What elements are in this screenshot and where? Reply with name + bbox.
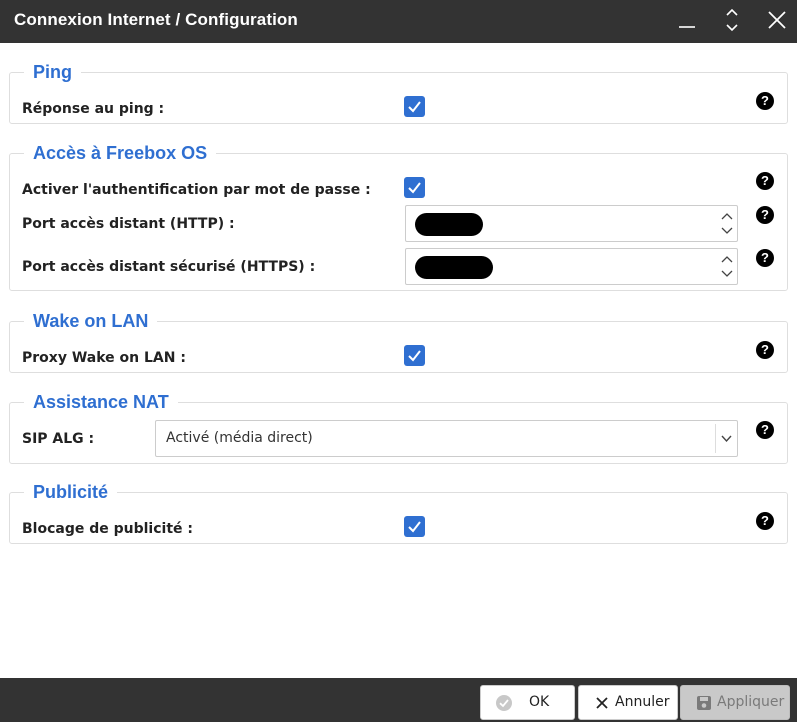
- check-circle-icon: [495, 694, 513, 712]
- help-icon[interactable]: ?: [756, 341, 774, 359]
- close-icon: [593, 694, 611, 712]
- help-icon[interactable]: ?: [756, 206, 774, 224]
- fieldset-wake-on-lan: Wake on LAN Proxy Wake on LAN : ?: [9, 310, 788, 373]
- label-proxy-wol: Proxy Wake on LAN :: [22, 350, 186, 366]
- dialog-content: Ping Réponse au ping : ? Accès à Freebox…: [0, 43, 797, 678]
- help-icon[interactable]: ?: [756, 172, 774, 190]
- expand-collapse-icon[interactable]: [717, 6, 747, 36]
- cancel-label: Annuler: [615, 694, 670, 710]
- legend-ads: Publicité: [24, 481, 118, 503]
- label-https-port: Port accès distant sécurisé (HTTPS) :: [22, 259, 316, 275]
- window-title: Connexion Internet / Configuration: [14, 10, 298, 29]
- ok-button[interactable]: OK: [480, 685, 575, 720]
- minimize-icon[interactable]: [672, 6, 702, 36]
- fieldset-freebox-os: Accès à Freebox OS Activer l'authentific…: [9, 142, 788, 291]
- checkbox-proxy-wol[interactable]: [404, 345, 425, 366]
- spinner-arrows-icon[interactable]: [717, 249, 737, 284]
- close-icon[interactable]: [762, 6, 792, 36]
- help-icon[interactable]: ?: [756, 249, 774, 267]
- legend-ping: Ping: [24, 61, 81, 83]
- label-sip-alg: SIP ALG :: [22, 431, 95, 447]
- label-auth: Activer l'authentification par mot de pa…: [22, 182, 371, 198]
- checkbox-auth[interactable]: [404, 177, 425, 198]
- fieldset-ads: Publicité Blocage de publicité : ?: [9, 481, 788, 544]
- legend-wake-on-lan: Wake on LAN: [24, 310, 158, 332]
- https-port-input[interactable]: [405, 248, 738, 285]
- sip-alg-select[interactable]: Activé (média direct): [155, 420, 738, 457]
- label-http-port: Port accès distant (HTTP) :: [22, 216, 235, 232]
- apply-button[interactable]: Appliquer: [680, 685, 790, 720]
- http-port-input[interactable]: [405, 205, 738, 242]
- legend-nat: Assistance NAT: [24, 391, 178, 413]
- help-icon[interactable]: ?: [756, 92, 774, 110]
- fieldset-ping: Ping Réponse au ping : ?: [9, 61, 788, 124]
- help-icon[interactable]: ?: [756, 421, 774, 439]
- checkbox-ping-reply[interactable]: [404, 96, 425, 117]
- sip-alg-value: Activé (média direct): [166, 430, 313, 446]
- spinner-arrows-icon[interactable]: [717, 206, 737, 241]
- cancel-button[interactable]: Annuler: [578, 685, 678, 720]
- label-ad-block: Blocage de publicité :: [22, 521, 193, 537]
- ok-label: OK: [529, 694, 550, 710]
- window-titlebar: Connexion Internet / Configuration: [0, 0, 797, 43]
- apply-label: Appliquer: [717, 694, 785, 710]
- redacted-value: [415, 213, 483, 236]
- redacted-value: [415, 256, 493, 279]
- checkbox-ad-block[interactable]: [404, 516, 425, 537]
- chevron-down-icon[interactable]: [716, 421, 737, 456]
- legend-freebox-os: Accès à Freebox OS: [24, 142, 217, 164]
- help-icon[interactable]: ?: [756, 512, 774, 530]
- save-icon: [695, 694, 713, 712]
- label-ping-reply: Réponse au ping :: [22, 101, 165, 117]
- dialog-footer: OK Annuler Appliquer: [0, 678, 797, 722]
- fieldset-nat: Assistance NAT SIP ALG : Activé (média d…: [9, 391, 788, 464]
